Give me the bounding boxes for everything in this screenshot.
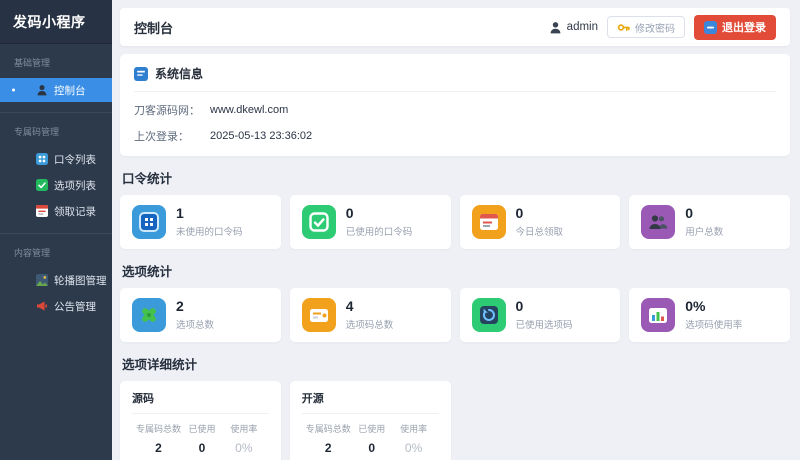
sidebar-section-label: 基础管理 [14, 58, 51, 68]
stat-label: 用户总数 [685, 227, 724, 239]
sidebar-item-label: 口令列表 [54, 153, 96, 166]
detail-column: 专属码总数 2 [305, 424, 351, 455]
last-login-time: 2025-05-13 23:36:02 [210, 130, 313, 142]
stat-card-total-options: 2 选项总数 [120, 288, 281, 342]
sidebar-item-announcements[interactable]: 公告管理 [0, 294, 112, 318]
detail-columns: 专属码总数 2 已使用 0 使用率 0% [302, 414, 439, 460]
sidebar-item-label: 公告管理 [54, 300, 96, 313]
site-url: www.dkewl.com [210, 104, 289, 116]
detail-column: 专属码总数 2 [136, 424, 182, 455]
option-detail-stats-title: 选项详细统计 [122, 358, 198, 372]
stat-value: 0 [345, 204, 354, 221]
picture-icon [36, 274, 48, 286]
info-label: 上次登录： [134, 131, 189, 143]
sidebar-section-content: 内容管理 轮播图管理 公告管理 [0, 233, 112, 328]
stat-value: 0 [515, 297, 524, 314]
page-title: 控制台 [134, 20, 174, 36]
stat-label: 选项码总数 [345, 320, 394, 332]
top-header-bar: 控制台 admin 修改密码 退出登录 [120, 8, 790, 46]
detail-column: 已使用 0 [188, 424, 216, 455]
detail-column: 使用率 0% [230, 424, 258, 455]
app-title: 发码小程序 [0, 0, 112, 44]
stat-value: 0 [685, 204, 694, 221]
chart-icon [641, 298, 676, 332]
detail-card-title: 源码 [132, 390, 269, 414]
stat-value: 0% [685, 297, 706, 314]
stat-value: 0 [515, 204, 524, 221]
sidebar-section-basic: 基础管理 控制台 [0, 44, 112, 112]
key-icon [617, 21, 630, 34]
option-stats-row: 2 选项总数 4 选项码总数 0 已使用选项码 0% 选项码使用率 [120, 288, 790, 342]
stat-value: 1 [176, 204, 184, 221]
checkbox-icon [36, 179, 48, 191]
username: admin [566, 21, 598, 33]
stat-label: 选项总数 [176, 320, 215, 332]
stat-value: 4 [345, 297, 354, 314]
logout-button[interactable]: 退出登录 [694, 14, 776, 40]
system-info-card: 系统信息 刀客源码网： www.dkewl.com 上次登录： 2025-05-… [120, 54, 790, 156]
stat-label: 未使用的口令码 [176, 227, 243, 239]
detail-card-open-source: 开源 专属码总数 2 已使用 0 使用率 0% [289, 381, 451, 460]
option-stats-title: 选项统计 [122, 265, 173, 279]
sidebar-section-label: 内容管理 [14, 248, 51, 258]
stat-label: 选项码使用率 [685, 320, 743, 332]
change-password-button[interactable]: 修改密码 [607, 16, 685, 38]
stat-label: 已使用的口令码 [345, 227, 413, 239]
megaphone-icon [36, 300, 48, 312]
calendar-icon [36, 205, 48, 217]
logout-icon [704, 20, 717, 34]
main-content: 控制台 admin 修改密码 退出登录 系统信息 刀客源码网： www.dkew… [112, 0, 800, 460]
info-label: 刀客源码网： [134, 105, 200, 117]
user-avatar-icon [549, 21, 562, 34]
stat-value: 2 [176, 297, 184, 314]
keypad-icon [36, 153, 48, 165]
calendar-icon [471, 205, 506, 239]
detail-column: 使用率 0% [400, 424, 428, 455]
detail-column: 已使用 0 [358, 424, 386, 455]
check-icon [301, 205, 336, 239]
refresh-icon [471, 298, 506, 332]
sidebar-item-password-list[interactable]: 口令列表 [0, 147, 112, 171]
sidebar-item-carousel[interactable]: 轮播图管理 [0, 268, 112, 292]
detail-card-title: 开源 [301, 390, 439, 414]
stat-card-total-users: 0 用户总数 [629, 195, 790, 249]
system-info-row: 上次登录： 2025-05-13 23:36:02 [134, 128, 776, 144]
sidebar-item-label: 控制台 [54, 84, 86, 97]
keypad-icon [132, 205, 166, 239]
sidebar-item-option-list[interactable]: 选项列表 [0, 173, 112, 197]
detail-columns: 专属码总数 2 已使用 0 使用率 0% [132, 414, 269, 460]
console-person-icon [36, 84, 48, 96]
stat-card-used-option-codes: 0 已使用选项码 [459, 288, 621, 342]
password-stats-title: 口令统计 [122, 172, 173, 186]
puzzle-icon [132, 298, 166, 332]
sidebar-section-label: 专属码管理 [14, 127, 60, 137]
option-detail-row: 源码 专属码总数 2 已使用 0 使用率 0% 开源 专属码总数 2 已使用 0… [120, 381, 790, 460]
detail-card-source-code: 源码 专属码总数 2 已使用 0 使用率 0% [120, 381, 281, 460]
sidebar-item-label: 轮播图管理 [54, 274, 107, 287]
stat-card-used-passwords: 0 已使用的口令码 [289, 195, 451, 249]
sidebar-section-codes: 专属码管理 口令列表 选项列表 领取记录 [0, 112, 112, 233]
system-info-header: 系统信息 [134, 65, 776, 92]
sidebar-item-label: 领取记录 [54, 205, 96, 218]
stat-label: 已使用选项码 [515, 320, 573, 332]
header-actions: admin 修改密码 退出登录 [549, 14, 776, 40]
password-stats-row: 1 未使用的口令码 0 已使用的口令码 0 今日总领取 0 用户总数 [120, 195, 790, 249]
stat-card-total-option-codes: 4 选项码总数 [289, 288, 451, 342]
system-info-row: 刀客源码网： www.dkewl.com [134, 102, 776, 118]
users-icon [641, 205, 676, 239]
stat-card-unused-passwords: 1 未使用的口令码 [120, 195, 281, 249]
sidebar: 发码小程序 基础管理 控制台 专属码管理 口令列表 选项列表 领取记录 内容管理… [0, 0, 112, 460]
card-icon [301, 298, 336, 332]
info-icon [134, 66, 148, 81]
sidebar-item-label: 选项列表 [54, 179, 96, 192]
stat-card-option-usage-rate: 0% 选项码使用率 [629, 288, 790, 342]
stat-card-today-claims: 0 今日总领取 [459, 195, 621, 249]
sidebar-item-claim-records[interactable]: 领取记录 [0, 199, 112, 223]
sidebar-item-console[interactable]: 控制台 [0, 78, 112, 102]
stat-label: 今日总领取 [515, 227, 564, 239]
current-user: admin [549, 21, 598, 34]
